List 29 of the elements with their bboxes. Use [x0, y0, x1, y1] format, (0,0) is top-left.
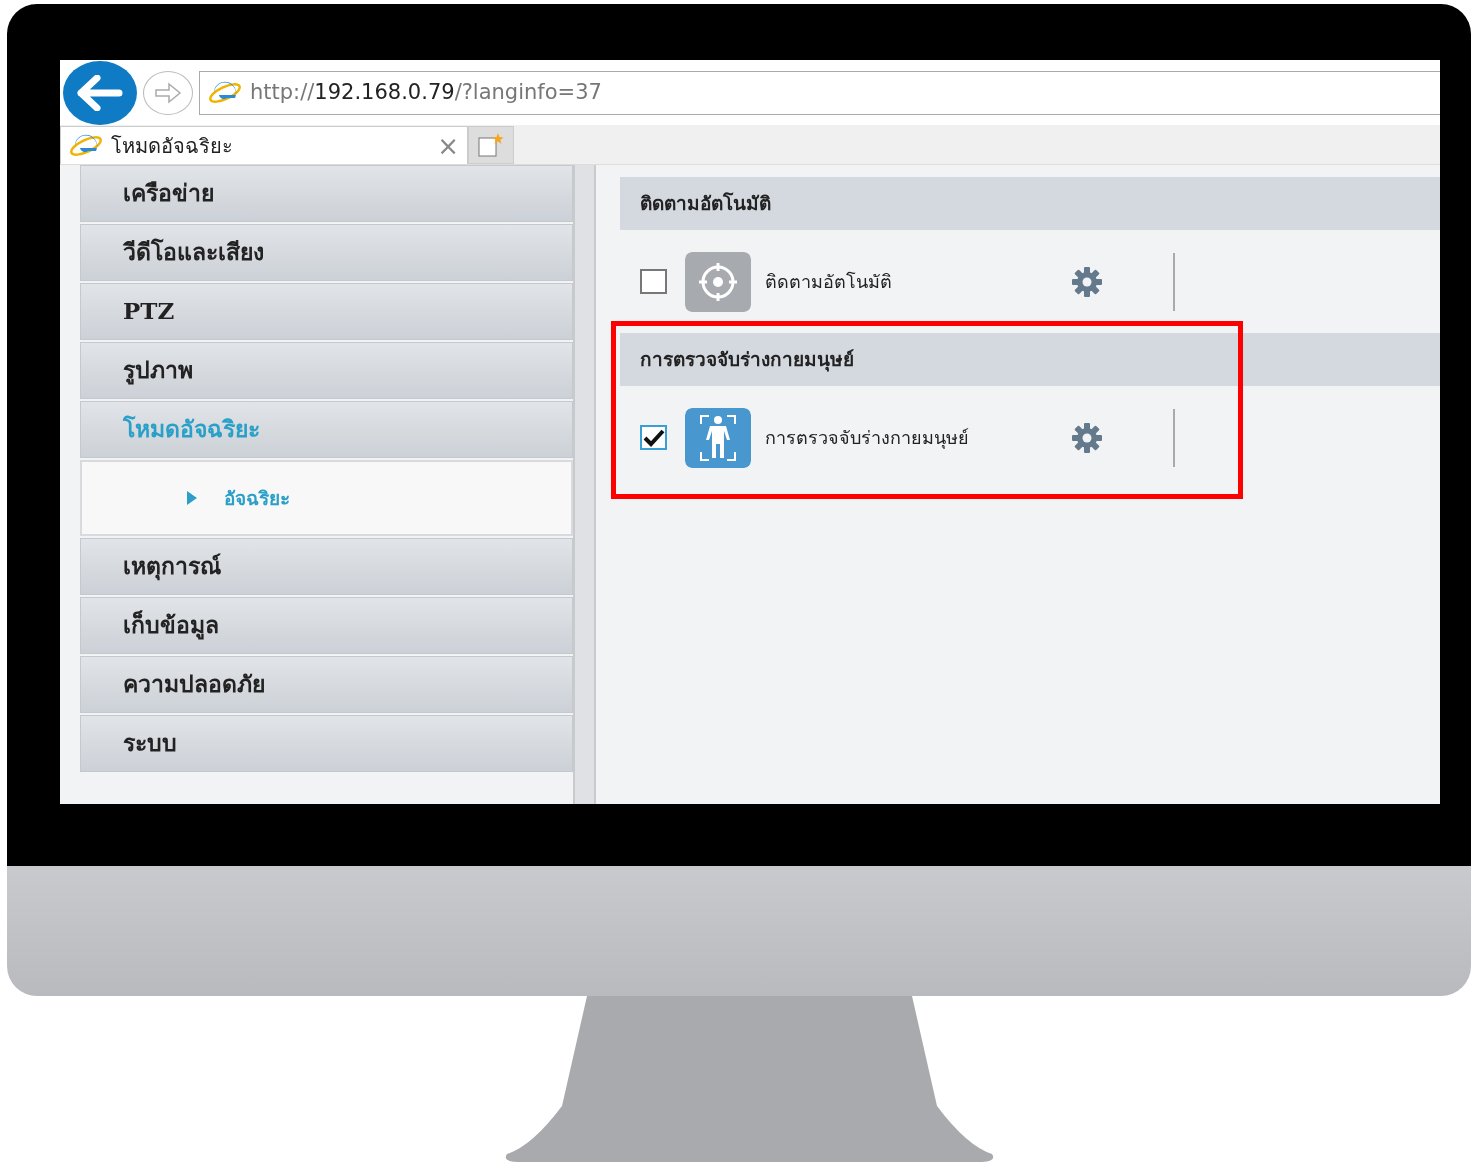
new-tab-button[interactable] [468, 126, 514, 164]
forward-arrow-icon [154, 80, 182, 105]
caret-icon [186, 490, 198, 506]
crosshair-icon [685, 251, 751, 312]
person-icon [685, 407, 751, 468]
browser-tab[interactable]: โหมดอัจฉริยะ × [60, 126, 468, 164]
settings-icon[interactable] [1071, 421, 1103, 454]
sidebar-item[interactable]: PTZ [80, 283, 573, 340]
feature-label: การตรวจจับร่างกายมนุษย์ [765, 426, 970, 451]
checkbox[interactable] [640, 425, 667, 450]
back-arrow-icon [77, 74, 123, 111]
close-tab-button[interactable]: × [437, 132, 459, 159]
sidebar-item[interactable]: เก็บข้อมูล [80, 597, 573, 654]
sidebar-item[interactable]: รูปภาพ [80, 342, 573, 399]
section-title: การตรวจจับร่างกายมนุษย์ [640, 347, 854, 374]
sidebar-item[interactable]: วีดีโอและเสียง [80, 224, 573, 281]
address-field[interactable]: http://192.168.0.79/?langinfo=37 [199, 70, 1440, 115]
sidebar-item[interactable]: ระบบ [80, 715, 573, 772]
section-title: ติดตามอัตโนมัติ [640, 191, 771, 217]
address-text: http://192.168.0.79/?langinfo=37 [250, 78, 602, 106]
sidebar-item[interactable]: ความปลอดภัย [80, 656, 573, 713]
back-button[interactable] [63, 60, 137, 125]
checkbox[interactable] [640, 269, 667, 294]
settings-icon[interactable] [1071, 265, 1103, 298]
tab-title: โหมดอัจฉริยะ [111, 132, 234, 160]
sidebar-item[interactable]: เครือข่าย [80, 165, 573, 222]
new-tab-icon [477, 132, 505, 158]
feature-label: ติดตามอัตโนมัติ [765, 270, 893, 294]
sidebar-item[interactable]: เหตุการณ์ [80, 538, 573, 595]
